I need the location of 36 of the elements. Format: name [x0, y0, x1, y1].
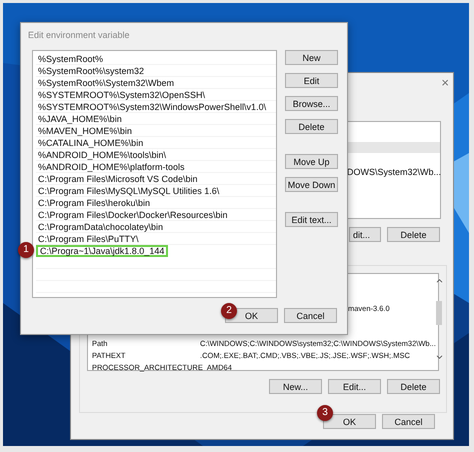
dialog-button[interactable]: Move Down [285, 177, 338, 192]
dialog-button[interactable]: Edit [285, 73, 338, 88]
path-entry[interactable]: C:\Program Files\Docker\Docker\Resources\bin [36, 209, 276, 221]
path-entry[interactable]: %ANDROID_HOME%\platform-tools [36, 161, 276, 173]
cancel-button[interactable]: Cancel [382, 414, 435, 429]
path-entry[interactable]: %SystemRoot% [36, 53, 276, 65]
dialog-button[interactable]: Delete [387, 227, 440, 242]
path-entry[interactable]: %SYSTEMROOT%\System32\OpenSSH\ [36, 89, 276, 101]
path-entry[interactable]: %SystemRoot%\System32\Wbem [36, 77, 276, 89]
path-entry[interactable]: %CATALINA_HOME%\bin [36, 137, 276, 149]
dialog-button[interactable]: Delete [285, 119, 338, 134]
cancel-button[interactable]: Cancel [284, 308, 337, 323]
path-entry[interactable]: %SYSTEMROOT%\System32\WindowsPowerShell\v1.0\ [36, 101, 276, 113]
ok-button[interactable]: OK [323, 414, 376, 429]
close-button[interactable]: × [441, 75, 449, 90]
dialog-button[interactable]: New [285, 50, 338, 65]
path-entry[interactable]: %SystemRoot%\system32 [36, 65, 276, 77]
path-entry[interactable]: C:\Program Files\Microsoft VS Code\bin [36, 173, 276, 185]
scroll-up-icon[interactable] [436, 278, 443, 283]
scroll-down-icon[interactable] [436, 355, 443, 360]
path-entry[interactable]: C:\Program Files\MySQL\MySQL Utilities 1.6\ [36, 185, 276, 197]
path-entry[interactable]: %MAVEN_HOME%\bin [36, 125, 276, 137]
dialog-button[interactable]: Edit text... [285, 212, 338, 227]
path-entry[interactable]: C:\Program Files\PuTTY\ [36, 233, 276, 245]
dialog-button[interactable]: Delete [387, 379, 440, 394]
path-entry[interactable]: C:\ProgramData\chocolatey\bin [36, 221, 276, 233]
path-entry[interactable]: %ANDROID_HOME%\tools\bin\ [36, 149, 276, 161]
path-entry[interactable]: %JAVA_HOME%\bin [36, 113, 276, 125]
dialog-button[interactable]: dit... [349, 227, 381, 242]
path-entry[interactable]: C:\Progra~1\Java\jdk1.8.0_144 [36, 245, 168, 257]
path-entry[interactable]: C:\Program Files\heroku\bin [36, 197, 276, 209]
dialog-button[interactable]: Move Up [285, 154, 338, 169]
window-title: Edit environment variable [27, 29, 131, 42]
dialog-button[interactable]: Edit... [328, 379, 381, 394]
dialog-button[interactable]: New... [269, 379, 322, 394]
dialog-button[interactable]: Browse... [285, 96, 338, 111]
